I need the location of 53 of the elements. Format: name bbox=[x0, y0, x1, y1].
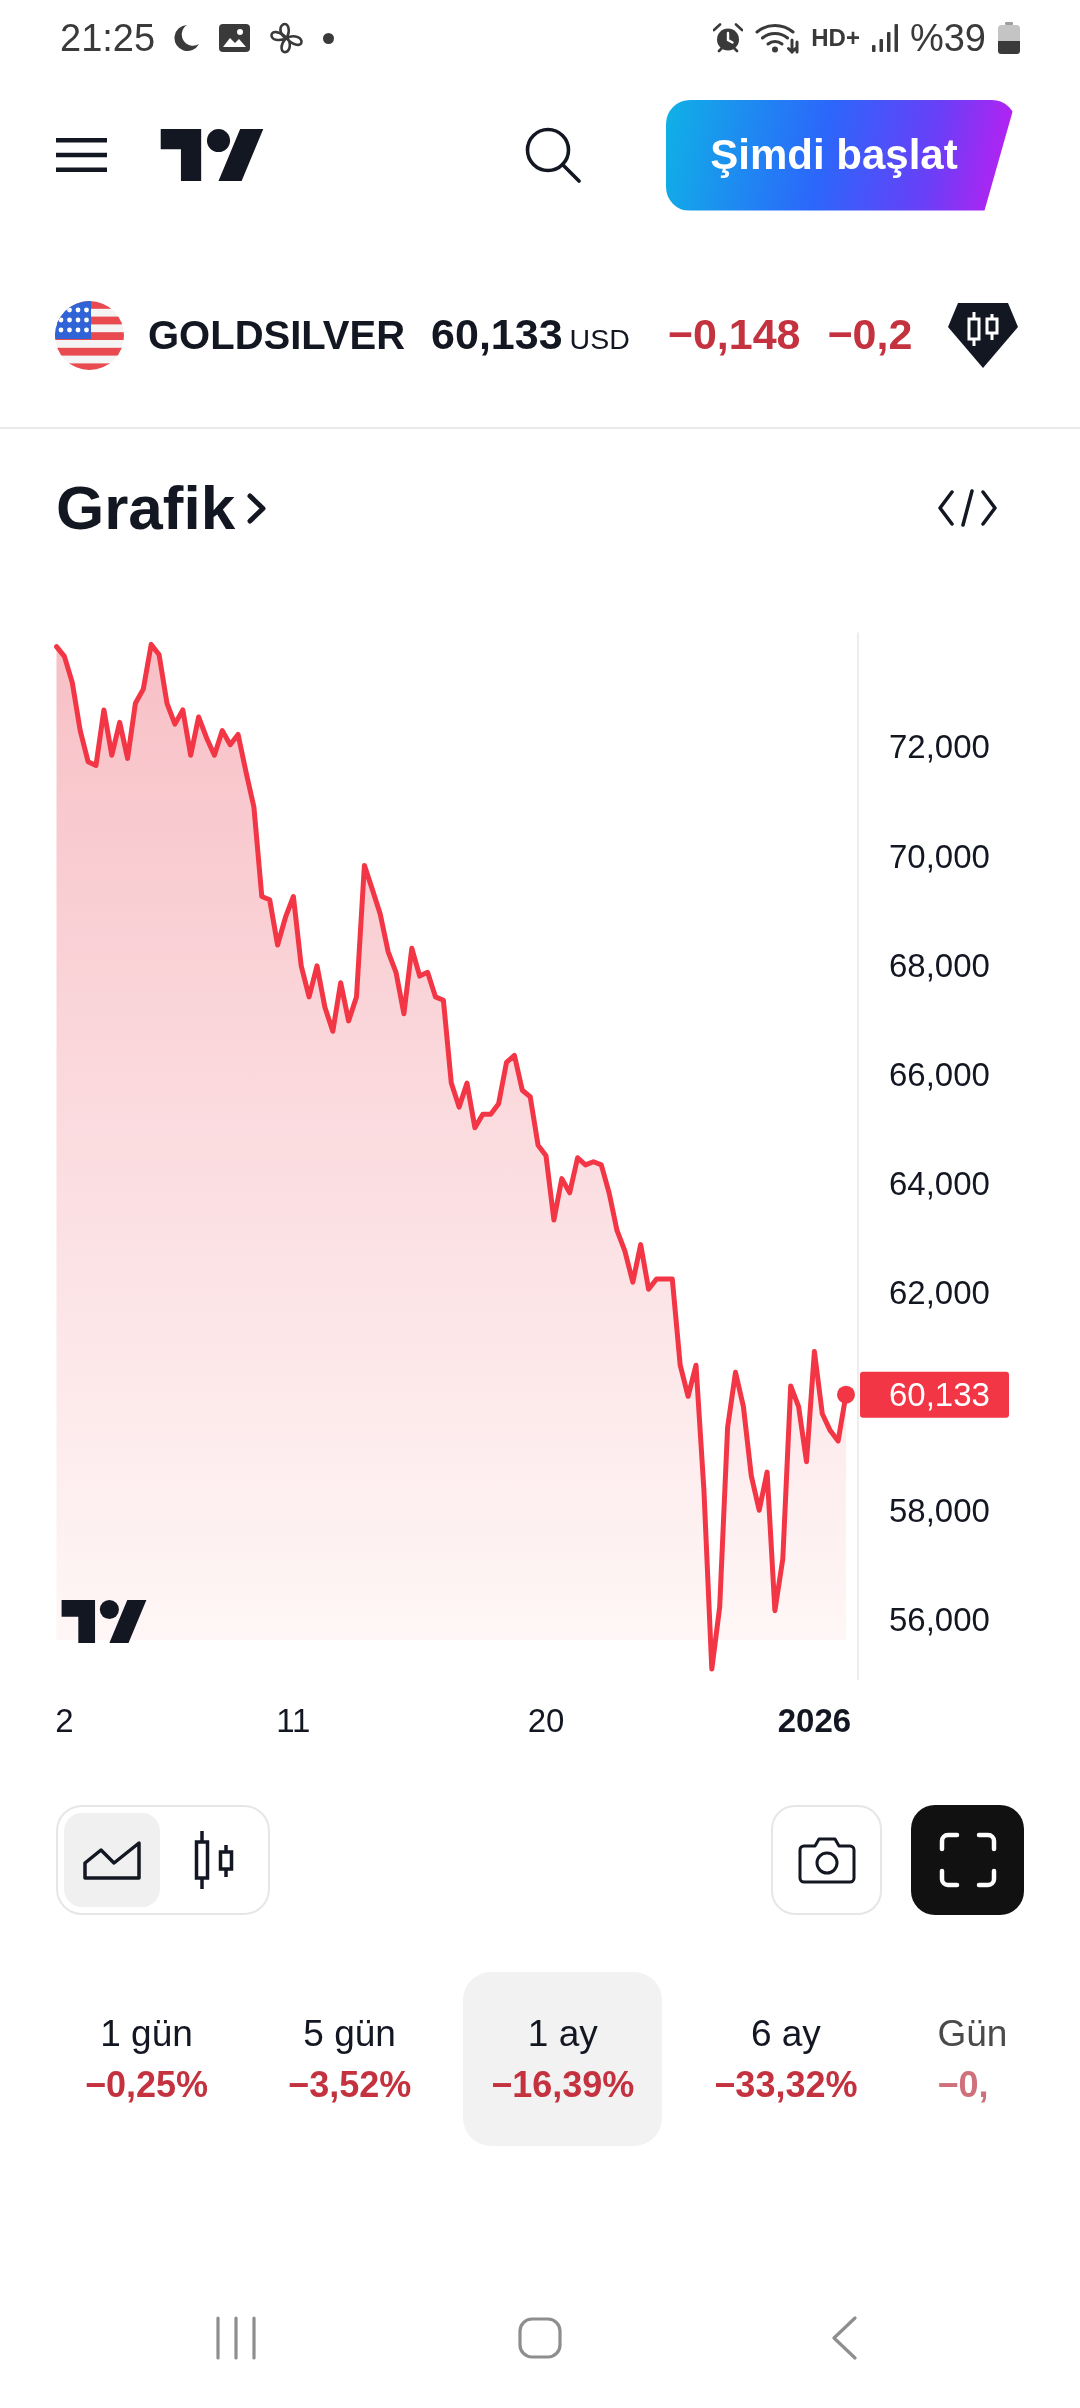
x-axis-label: 2 bbox=[55, 1701, 74, 1739]
area-chart-icon bbox=[82, 1839, 142, 1881]
signal-icon bbox=[871, 24, 898, 52]
logo-icon bbox=[160, 129, 264, 181]
currency-label: USD bbox=[569, 324, 630, 356]
status-time: 21:25 bbox=[60, 19, 156, 57]
x-axis-label: 20 bbox=[527, 1701, 565, 1739]
fullscreen-icon bbox=[938, 1832, 997, 1888]
recents-icon[interactable] bbox=[215, 2316, 257, 2360]
back-icon[interactable] bbox=[830, 2316, 858, 2360]
alarm-icon bbox=[713, 23, 744, 53]
last-price-tag: 60,133 bbox=[860, 1371, 1009, 1418]
period-tab[interactable]: 5 gün −3,52% bbox=[260, 1972, 440, 2146]
menu-icon[interactable] bbox=[56, 138, 107, 172]
y-axis-label: 64,000 bbox=[889, 1165, 990, 1202]
fullscreen-button[interactable] bbox=[911, 1805, 1024, 1915]
x-axis-label: 11 bbox=[276, 1701, 311, 1739]
y-axis-label: 66,000 bbox=[889, 1055, 990, 1093]
x-axis-label: 2026 bbox=[777, 1701, 852, 1739]
end-point-icon bbox=[837, 1385, 855, 1404]
moon-icon bbox=[174, 24, 201, 52]
candles-badge-icon[interactable] bbox=[946, 300, 1020, 370]
logo-icon bbox=[61, 1600, 147, 1643]
period-tab[interactable]: 1 gün −0,25% bbox=[57, 1972, 237, 2146]
chart-title-link[interactable]: Grafik bbox=[56, 477, 268, 539]
price-value: 60,133 bbox=[431, 311, 563, 359]
candlestick-icon bbox=[193, 1831, 235, 1889]
y-axis-label: 62,000 bbox=[889, 1274, 990, 1312]
price-change: −0,148 bbox=[667, 311, 801, 359]
camera-button[interactable] bbox=[771, 1805, 882, 1915]
period-tab[interactable]: 1 ay −16,39% bbox=[463, 1972, 663, 2146]
network-label: HD+ bbox=[811, 26, 860, 50]
home-icon[interactable] bbox=[518, 2317, 562, 2359]
chevron-right-icon bbox=[246, 491, 268, 525]
y-axis-label: 56,000 bbox=[889, 1601, 990, 1639]
period-tab[interactable]: 6 ay −33,32% bbox=[686, 1972, 886, 2146]
search-icon[interactable] bbox=[525, 127, 581, 183]
camera-icon bbox=[797, 1836, 856, 1884]
battery-percent: %39 bbox=[909, 19, 986, 57]
dot-icon bbox=[323, 32, 335, 44]
wifi-icon bbox=[755, 22, 800, 54]
y-axis-label: 68,000 bbox=[889, 946, 990, 984]
image-icon bbox=[219, 24, 251, 52]
percent-change: −0,2 bbox=[827, 311, 913, 359]
area-chart-button[interactable] bbox=[64, 1813, 160, 1907]
period-tab[interactable]: Gün −0, bbox=[909, 1972, 1008, 2146]
battery-icon bbox=[998, 22, 1020, 54]
ticker-symbol: GOLDSILVER bbox=[148, 313, 406, 357]
code-icon[interactable] bbox=[938, 489, 997, 527]
y-axis-label: 70,000 bbox=[889, 837, 990, 875]
y-axis-label: 72,000 bbox=[889, 728, 990, 766]
pinwheel-icon bbox=[269, 22, 305, 54]
y-axis-label: 58,000 bbox=[889, 1492, 990, 1530]
